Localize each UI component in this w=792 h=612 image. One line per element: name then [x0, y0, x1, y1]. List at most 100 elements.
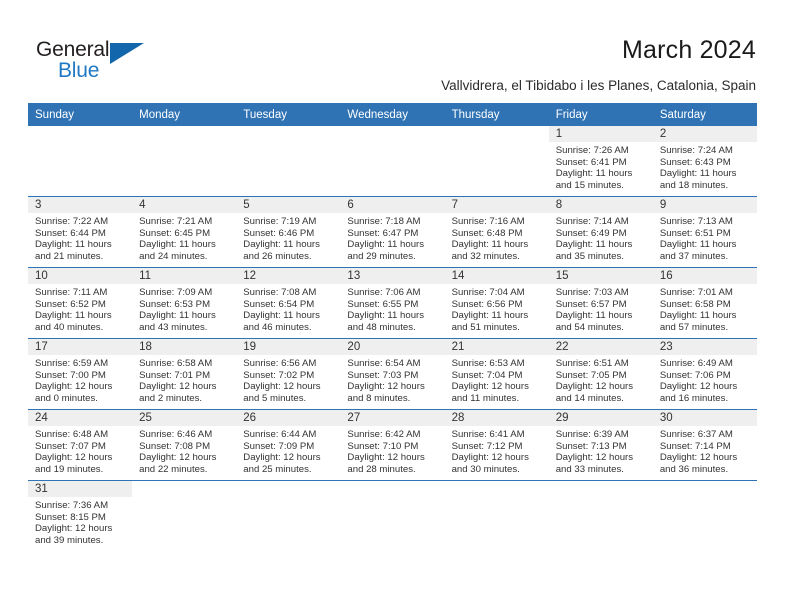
calendar-page: General Blue March 2024 Vallvidrera, el … — [0, 0, 792, 612]
day-sun-info: Sunrise: 7:09 AM Sunset: 6:53 PM Daylight:… — [132, 284, 236, 333]
day-cell[interactable]: 4 Sunrise: 7:21 AM Sunset: 6:45 PM Daylight… — [132, 197, 237, 267]
day-number: 30 — [652, 410, 757, 426]
day-cell[interactable]: 17 Sunrise: 6:59 AM Sunset: 7:00 PM Dayligh… — [28, 339, 133, 409]
daylight-duration-line2: and 2 minutes. — [139, 392, 203, 404]
day-cell[interactable]: 3 Sunrise: 7:22 AM Sunset: 6:44 PM Daylight… — [28, 197, 133, 267]
empty-day-number — [132, 126, 237, 142]
empty-day-cell — [652, 481, 757, 551]
calendar-cell-empty — [236, 480, 341, 551]
day-cell[interactable]: 7 Sunrise: 7:16 AM Sunset: 6:48 PM Daylight… — [444, 197, 549, 267]
day-cell[interactable]: 1 Sunrise: 7:26 AM Sunset: 6:41 PM Daylight… — [548, 126, 653, 196]
daylight-duration-line2: and 16 minutes. — [659, 392, 729, 404]
sunrise-time: Sunrise: 6:53 AM — [451, 358, 525, 369]
calendar-week-row: 3 Sunrise: 7:22 AM Sunset: 6:44 PM Daylight… — [28, 196, 757, 268]
weekday-header-sunday: Sunday — [28, 103, 133, 126]
day-cell[interactable]: 22 Sunrise: 6:51 AM Sunset: 7:05 PM Dayligh… — [548, 339, 653, 409]
day-cell[interactable]: 28 Sunrise: 6:41 AM Sunset: 7:12 PM Dayligh… — [444, 410, 549, 480]
sunrise-time: Sunrise: 6:41 AM — [451, 429, 525, 440]
day-cell[interactable]: 23 Sunrise: 6:49 AM Sunset: 7:06 PM Dayligh… — [652, 339, 757, 409]
empty-day-cell — [444, 126, 549, 196]
sunrise-time: Sunrise: 7:01 AM — [659, 287, 733, 298]
day-cell[interactable]: 8 Sunrise: 7:14 AM Sunset: 6:49 PM Daylight… — [548, 197, 653, 267]
day-cell[interactable]: 13 Sunrise: 7:06 AM Sunset: 6:55 PM Dayligh… — [340, 268, 445, 338]
sunrise-time: Sunrise: 6:42 AM — [347, 429, 421, 440]
day-cell[interactable]: 19 Sunrise: 6:56 AM Sunset: 7:02 PM Dayligh… — [236, 339, 341, 409]
day-sun-info: Sunrise: 6:49 AM Sunset: 7:06 PM Daylight:… — [653, 355, 757, 404]
sunset-time: Sunset: 7:13 PM — [555, 440, 627, 452]
day-cell[interactable]: 16 Sunrise: 7:01 AM Sunset: 6:58 PM Dayligh… — [652, 268, 757, 338]
daylight-duration-line2: and 43 minutes. — [139, 321, 208, 333]
day-cell[interactable]: 30 Sunrise: 6:37 AM Sunset: 7:14 PM Dayligh… — [652, 410, 757, 480]
day-cell[interactable]: 12 Sunrise: 7:08 AM Sunset: 6:54 PM Dayligh… — [236, 268, 341, 338]
empty-day-number — [652, 481, 757, 497]
day-cell[interactable]: 10 Sunrise: 7:11 AM Sunset: 6:52 PM Dayligh… — [28, 268, 133, 338]
weekday-header-saturday: Saturday — [652, 103, 757, 126]
day-cell[interactable]: 15 Sunrise: 7:03 AM Sunset: 6:57 PM Dayligh… — [548, 268, 653, 338]
daylight-duration-line2: and 0 minutes. — [35, 392, 98, 404]
day-cell[interactable]: 9 Sunrise: 7:13 AM Sunset: 6:51 PM Daylight… — [652, 197, 757, 267]
day-cell[interactable]: 14 Sunrise: 7:04 AM Sunset: 6:56 PM Dayligh… — [444, 268, 549, 338]
weekday-header-friday: Friday — [548, 103, 653, 126]
empty-day-number — [132, 481, 237, 497]
sunrise-time: Sunrise: 7:22 AM — [35, 216, 109, 227]
calendar-cell-empty — [340, 126, 445, 197]
daylight-duration-line2: and 11 minutes. — [451, 392, 520, 404]
daylight-duration-line1: Daylight: 12 hours — [347, 452, 425, 464]
calendar-cell-empty — [132, 480, 237, 551]
empty-day-number — [340, 126, 445, 142]
day-cell[interactable]: 20 Sunrise: 6:54 AM Sunset: 7:03 PM Dayligh… — [340, 339, 445, 409]
daylight-duration-line2: and 54 minutes. — [555, 321, 624, 333]
general-blue-logo[interactable]: General Blue — [36, 38, 166, 90]
day-number: 9 — [652, 197, 757, 213]
calendar-week-row: 17 Sunrise: 6:59 AM Sunset: 7:00 PM Dayligh… — [28, 338, 757, 410]
sunset-time: Sunset: 6:49 PM — [555, 227, 627, 239]
sunrise-time: Sunrise: 7:26 AM — [555, 145, 629, 156]
daylight-duration-line1: Daylight: 11 hours — [139, 310, 216, 322]
day-cell[interactable]: 25 Sunrise: 6:46 AM Sunset: 7:08 PM Dayligh… — [132, 410, 237, 480]
day-cell[interactable]: 31 Sunrise: 7:36 AM Sunset: 8:15 PM Dayligh… — [28, 481, 133, 551]
sunset-time: Sunset: 7:14 PM — [659, 440, 731, 452]
daylight-duration-line1: Daylight: 12 hours — [139, 381, 217, 393]
day-cell[interactable]: 11 Sunrise: 7:09 AM Sunset: 6:53 PM Dayligh… — [132, 268, 237, 338]
daylight-duration-line2: and 46 minutes. — [243, 321, 312, 333]
sunrise-time: Sunrise: 6:59 AM — [35, 358, 109, 369]
daylight-duration-line1: Daylight: 11 hours — [451, 310, 529, 322]
day-cell[interactable]: 2 Sunrise: 7:24 AM Sunset: 6:43 PM Daylight… — [652, 126, 757, 196]
day-cell[interactable]: 21 Sunrise: 6:53 AM Sunset: 7:04 PM Dayligh… — [444, 339, 549, 409]
day-number: 26 — [236, 410, 341, 426]
day-number: 28 — [444, 410, 549, 426]
daylight-duration-line2: and 29 minutes. — [347, 250, 416, 262]
calendar-cell-empty — [132, 126, 237, 197]
calendar-cell-day-15: 15 Sunrise: 7:03 AM Sunset: 6:57 PM Dayligh… — [548, 267, 653, 339]
sunset-time: Sunset: 6:44 PM — [35, 227, 106, 239]
day-number: 15 — [548, 268, 653, 284]
sunset-time: Sunset: 7:07 PM — [35, 440, 106, 452]
day-cell[interactable]: 26 Sunrise: 6:44 AM Sunset: 7:09 PM Dayligh… — [236, 410, 341, 480]
sunrise-time: Sunrise: 7:14 AM — [555, 216, 629, 227]
daylight-duration-line2: and 36 minutes. — [659, 463, 729, 475]
sunrise-time: Sunrise: 7:21 AM — [139, 216, 213, 227]
day-number: 17 — [28, 339, 133, 355]
day-cell[interactable]: 24 Sunrise: 6:48 AM Sunset: 7:07 PM Dayligh… — [28, 410, 133, 480]
calendar-header-row: Sunday Monday Tuesday Wednesday Thursday… — [28, 103, 757, 126]
day-cell[interactable]: 5 Sunrise: 7:19 AM Sunset: 6:46 PM Daylight… — [236, 197, 341, 267]
calendar-cell-day-30: 30 Sunrise: 6:37 AM Sunset: 7:14 PM Dayligh… — [652, 409, 757, 481]
daylight-duration-line2: and 19 minutes. — [35, 463, 104, 475]
calendar-cell-day-9: 9 Sunrise: 7:13 AM Sunset: 6:51 PM Daylight… — [652, 196, 757, 268]
day-cell[interactable]: 27 Sunrise: 6:42 AM Sunset: 7:10 PM Dayligh… — [340, 410, 445, 480]
calendar-cell-empty — [444, 126, 549, 197]
day-cell[interactable]: 6 Sunrise: 7:18 AM Sunset: 6:47 PM Daylight… — [340, 197, 445, 267]
daylight-duration-line2: and 35 minutes. — [555, 250, 624, 262]
empty-day-number — [444, 126, 549, 142]
calendar-cell-day-6: 6 Sunrise: 7:18 AM Sunset: 6:47 PM Daylight… — [340, 196, 445, 268]
day-cell[interactable]: 29 Sunrise: 6:39 AM Sunset: 7:13 PM Dayligh… — [548, 410, 653, 480]
day-number: 24 — [28, 410, 133, 426]
day-number: 18 — [132, 339, 237, 355]
empty-day-cell — [340, 126, 445, 196]
daylight-duration-line1: Daylight: 12 hours — [451, 381, 529, 393]
daylight-duration-line2: and 40 minutes. — [35, 321, 104, 333]
day-cell[interactable]: 18 Sunrise: 6:58 AM Sunset: 7:01 PM Dayligh… — [132, 339, 237, 409]
day-sun-info: Sunrise: 6:51 AM Sunset: 7:05 PM Daylight:… — [549, 355, 653, 404]
daylight-duration-line2: and 33 minutes. — [555, 463, 624, 475]
daylight-duration-line1: Daylight: 11 hours — [659, 168, 737, 180]
